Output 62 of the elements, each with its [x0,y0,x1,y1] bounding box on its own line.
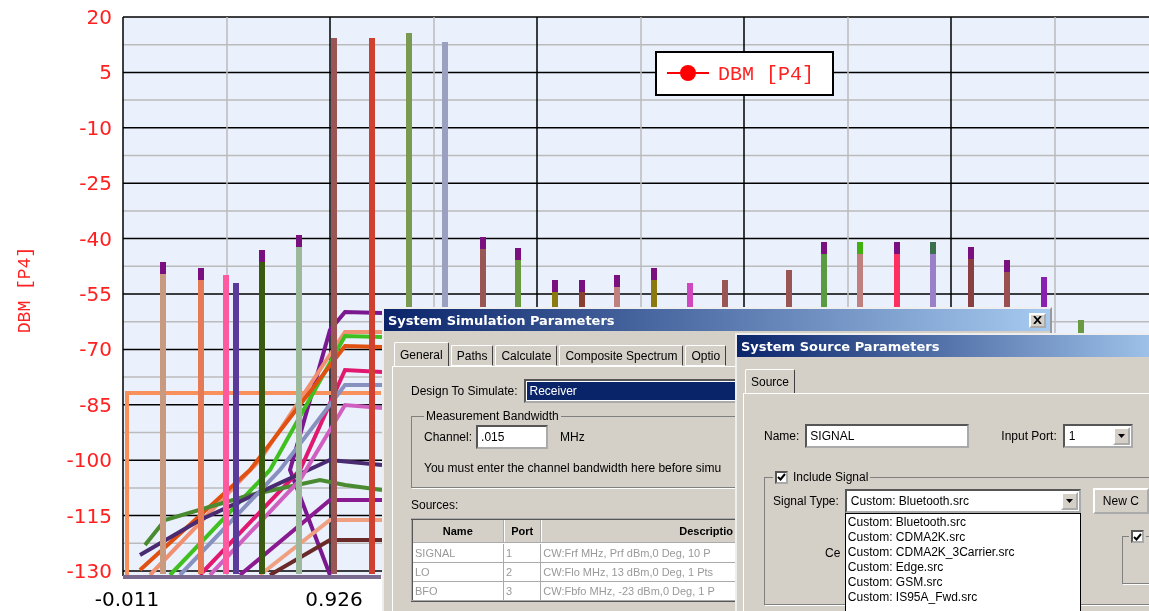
list-option[interactable]: Custom: Bluetooth.src [847,515,1078,530]
field-label: Design To Simulate: [411,384,518,398]
checkbox-label: Include Signal [793,470,869,484]
caret-icon [1065,499,1073,503]
axis-tick-label: 5 [99,60,112,85]
list-option[interactable]: Custom: CDMA2K_3Carrier.src [847,545,1078,560]
field-label: Channel: [424,430,473,444]
field-label: Name: [764,429,800,443]
close-button[interactable] [1029,312,1046,328]
dropdown-button[interactable] [1112,427,1130,445]
field-label: Ce [825,546,841,560]
column-header[interactable]: Name [412,519,504,543]
column-header[interactable]: Port [503,519,541,543]
tab[interactable]: Paths [450,345,494,366]
table-cell: 3 [503,581,541,601]
line-marker-icon [666,65,710,81]
axis-tick-label: -130 [66,559,112,583]
section-label: Sources: [411,498,459,512]
unit-label: MHz [560,430,585,444]
checkbox[interactable] [775,470,788,484]
axis-tick-label: 0.926 [305,587,363,611]
hint-text: You must enter the channel bandwidth here before simu [424,461,722,475]
tab[interactable]: General [394,342,449,366]
list-option[interactable]: Custom: Edge.src [847,560,1078,575]
list-option[interactable]: Custom: GSM.src [847,575,1078,590]
window-title: System Source Parameters [741,338,940,354]
axis-tick-label: -115 [66,503,112,528]
axis-tick-label: -85 [79,392,112,417]
axis-tick-label: -70 [79,337,112,362]
table-cell: LO [412,562,504,582]
legend-label: DBM [P4] [718,63,814,86]
close-icon [1033,316,1042,324]
list-option[interactable]: Custom: CDMA2K.src [847,530,1078,545]
tab[interactable]: Calculate [495,345,558,366]
dropdown-field[interactable]: Custom: Bluetooth.src [844,489,1081,513]
group-label: Measurement Bandwidth [426,409,559,423]
table-cell: 1 [503,543,541,563]
window-title: System Simulation Parameters [388,312,615,328]
dropdown-field[interactable]: 1 [1062,424,1133,448]
input-field[interactable]: SIGNAL [805,424,970,448]
input-field[interactable]: .015 [476,425,549,449]
axis-tick-label: -55 [79,282,112,306]
table-cell: SIGNAL [412,543,504,563]
axis-tick-label: -0.011 [94,587,160,611]
column-header[interactable]: Descriptio [540,519,736,543]
new-button[interactable]: New C [1092,488,1149,514]
axis-tick-label: -40 [79,226,112,251]
axis-tick-label: -25 [79,171,112,196]
field-label: Input Port: [1001,429,1057,443]
axis-title: DBM [P4] [15,246,35,334]
field-label: Signal Type: [773,494,839,508]
caret-icon [1117,434,1125,438]
tab[interactable]: Optio [685,345,727,366]
axis-tick-label: -10 [79,115,112,140]
dropdown-button[interactable] [1060,492,1078,510]
axis-tick-label: -100 [66,448,112,473]
list-option[interactable]: Custom: IS95A_Fwd.src [847,590,1078,605]
checkbox[interactable] [1131,530,1145,543]
tab[interactable]: Composite Spectrum [559,345,684,366]
table-cell: 2 [503,562,541,582]
axis-tick-label: 20 [86,5,112,29]
tab[interactable]: Source [745,369,796,393]
